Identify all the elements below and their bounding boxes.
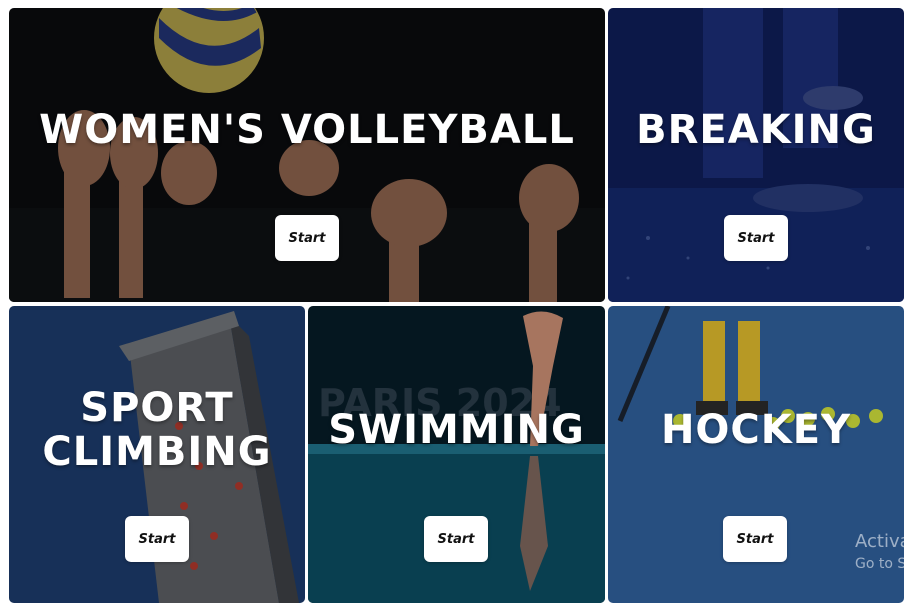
- card-title-line: BREAKING: [636, 107, 876, 153]
- card-sport-climbing: SPORT CLIMBING Start: [9, 306, 305, 603]
- start-button-womens-volleyball[interactable]: Start: [275, 215, 339, 261]
- card-title-line: HOCKEY: [660, 407, 852, 453]
- activation-watermark-line2: Go to Se: [855, 556, 913, 572]
- start-button-hockey[interactable]: Start: [723, 516, 787, 562]
- card-title: BREAKING: [608, 108, 904, 152]
- start-button-breaking[interactable]: Start: [724, 215, 788, 261]
- card-womens-volleyball: WOMEN'S VOLLEYBALL Start: [9, 8, 605, 302]
- card-title-line: SWIMMING: [328, 407, 585, 453]
- start-button-swimming[interactable]: Start: [424, 516, 488, 562]
- card-title-line: SPORT: [80, 385, 234, 431]
- card-title-line: CLIMBING: [42, 429, 272, 475]
- start-button-sport-climbing[interactable]: Start: [125, 516, 189, 562]
- card-title: SWIMMING: [308, 408, 605, 452]
- card-title: SPORT CLIMBING: [9, 386, 305, 474]
- activation-watermark-line1: Activat: [855, 531, 913, 552]
- card-title-line: WOMEN'S VOLLEYBALL: [39, 107, 575, 153]
- card-swimming: PARIS 2024 SWIMMING Start: [308, 306, 605, 603]
- card-title: WOMEN'S VOLLEYBALL: [9, 108, 605, 152]
- card-title: HOCKEY: [608, 408, 904, 452]
- card-breaking: BREAKING Start: [608, 8, 904, 302]
